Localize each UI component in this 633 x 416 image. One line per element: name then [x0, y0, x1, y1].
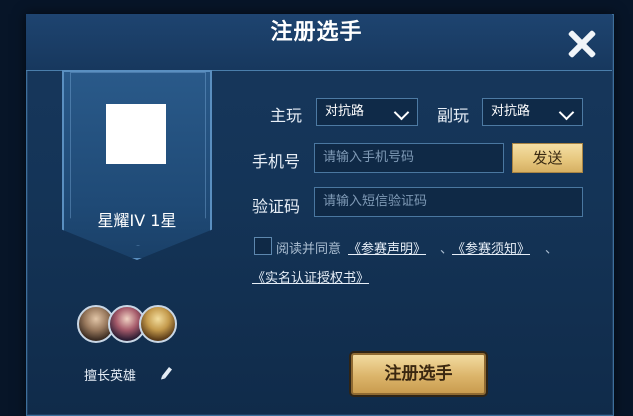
- main-role-label: 主玩: [270, 106, 303, 125]
- phone-label: 手机号: [252, 152, 301, 171]
- link-entry-notice[interactable]: 《参赛须知》: [452, 238, 530, 257]
- link-entry-statement[interactable]: 《参赛声明》: [348, 238, 426, 257]
- agree-text: 阅读并同意: [276, 242, 342, 257]
- agree-checkbox[interactable]: [254, 237, 272, 255]
- link-realname-authorization[interactable]: 《实名认证授权书》: [252, 267, 369, 286]
- code-input[interactable]: 请输入短信验证码: [314, 187, 583, 217]
- sub-role-select[interactable]: 对抗路: [482, 98, 583, 126]
- rank-label: 星耀IV 1星: [97, 211, 177, 230]
- chevron-down-icon: [558, 104, 575, 121]
- sub-role-label: 副玩: [437, 106, 470, 125]
- phone-input[interactable]: 请输入手机号码: [314, 143, 504, 173]
- close-icon[interactable]: [562, 24, 602, 64]
- heroes-label: 擅长英雄: [84, 369, 137, 384]
- main-role-select[interactable]: 对抗路: [316, 98, 418, 126]
- dialog-title: 注册选手: [270, 20, 363, 45]
- sub-role-value: 对抗路: [491, 104, 531, 119]
- chevron-down-icon: [393, 104, 410, 121]
- edit-pencil-icon[interactable]: [160, 364, 174, 380]
- hero-portrait-3[interactable]: [139, 305, 177, 343]
- send-code-button[interactable]: 发送: [512, 143, 583, 173]
- code-label: 验证码: [252, 197, 301, 216]
- register-button[interactable]: 注册选手: [351, 353, 486, 395]
- avatar: [106, 104, 166, 164]
- separator: 、: [545, 242, 559, 257]
- main-role-value: 对抗路: [325, 104, 365, 119]
